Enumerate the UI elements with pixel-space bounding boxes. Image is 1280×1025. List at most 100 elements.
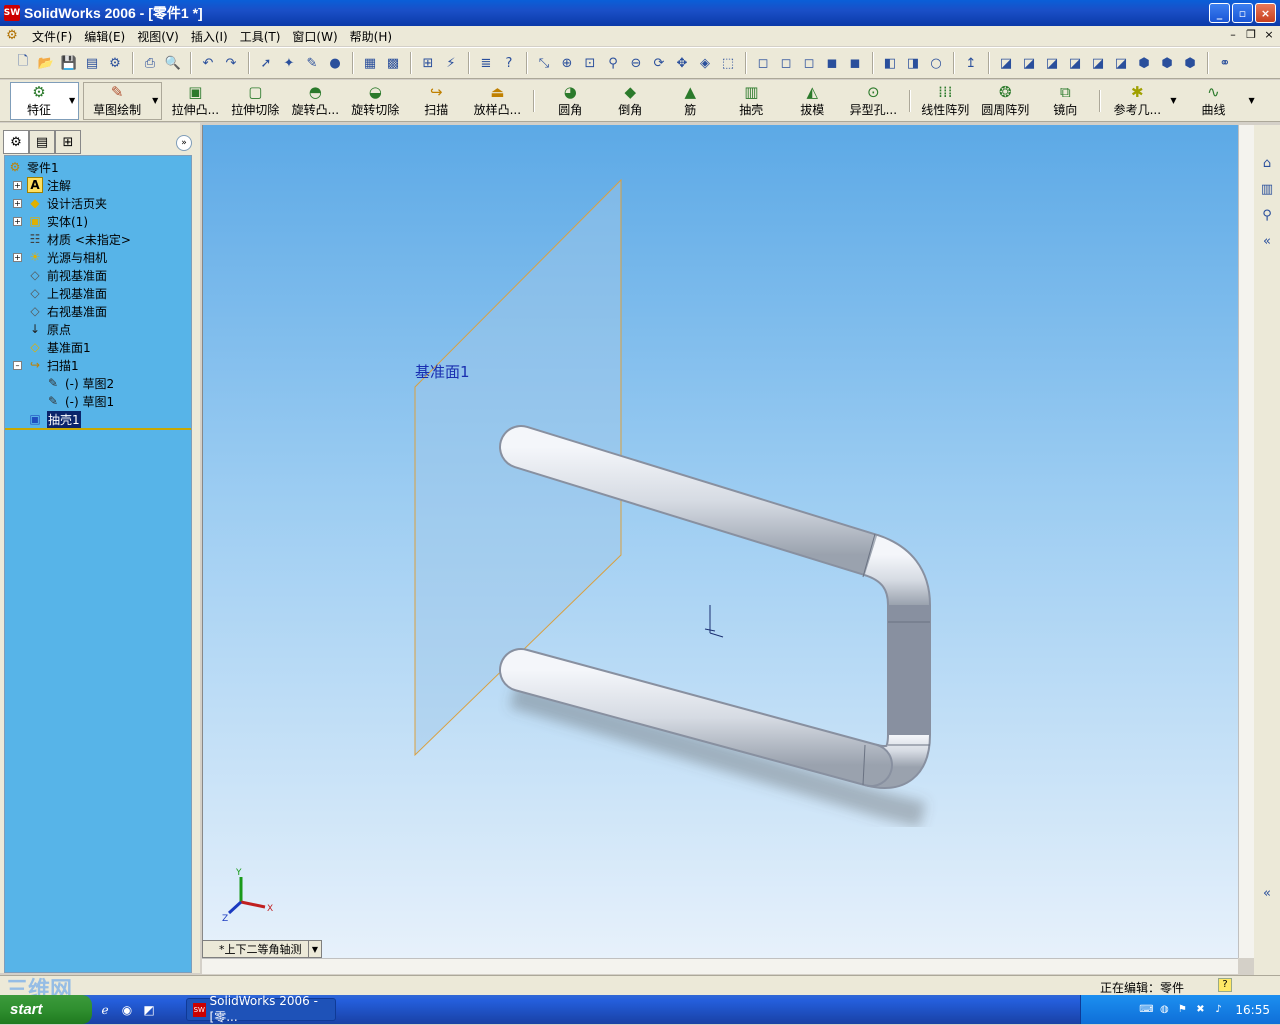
collapse-taskpane-icon[interactable]: « (1257, 883, 1277, 903)
configurationmanager-tab[interactable]: ⊞ (55, 130, 81, 154)
hole-wizard-button[interactable]: ⊙ 异型孔... (842, 82, 904, 120)
featuremanager-tab[interactable]: ⚙ (3, 130, 29, 154)
mass-props-icon[interactable]: ⚡ (440, 52, 462, 74)
tree-item-right-plane[interactable]: ◇ 右视基准面 (27, 302, 107, 320)
linear-pattern-button[interactable]: ⁞⁞⁞ 线性阵列 (916, 82, 974, 120)
view-orient-icon[interactable]: ⬚ (717, 52, 739, 74)
left-view-icon[interactable]: ◪ (1041, 52, 1063, 74)
tree-item-top-plane[interactable]: ◇ 上视基准面 (27, 284, 107, 302)
keyboard-icon[interactable]: ⌨ (1139, 1003, 1153, 1017)
isometric-view-icon[interactable]: ⬢ (1133, 52, 1155, 74)
tree-item-origin[interactable]: ↓ 原点 (27, 320, 71, 338)
revolve-cut-button[interactable]: ◒ 旋转切除 (344, 82, 406, 120)
orient-icon[interactable]: ↥ (960, 52, 982, 74)
zoom-area-icon[interactable]: ⊡ (579, 52, 601, 74)
sketch-icon[interactable]: ✎ (301, 52, 323, 74)
menu-file[interactable]: 文件(F) (26, 28, 78, 45)
tree-item-annotations[interactable]: A 注解 (27, 176, 71, 194)
zoom-in-out-icon[interactable]: ⚲ (602, 52, 624, 74)
reference-geometry-button[interactable]: ✱ 参考几... (1106, 82, 1168, 120)
shaded-edges-icon[interactable]: ◼ (821, 52, 843, 74)
hidden-gray-icon[interactable]: ◻ (775, 52, 797, 74)
tree-item-sketch2[interactable]: ✎ (-) 草图2 (45, 374, 114, 392)
design-library-icon[interactable]: ▥ (1257, 179, 1277, 199)
realview-icon[interactable]: ◨ (902, 52, 924, 74)
menu-insert[interactable]: 插入(I) (185, 28, 234, 45)
solidworks-menu-icon[interactable]: ⚙ (4, 28, 20, 44)
zoom-preview-icon[interactable]: 🔍 (162, 52, 184, 74)
expand-design-binder[interactable]: + (13, 199, 22, 208)
tree-item-sweep1[interactable]: ↪ 扫描1 (27, 356, 79, 374)
right-view-icon[interactable]: ◪ (1064, 52, 1086, 74)
sketch-tab[interactable]: ✎ 草图绘制 ▼ (83, 81, 163, 120)
shadows-icon[interactable]: ◧ (879, 52, 901, 74)
rib-button[interactable]: ▲ 筋 (660, 82, 720, 120)
help-icon[interactable]: ? (498, 52, 520, 74)
doc-close-button[interactable]: × (1262, 28, 1276, 41)
normal-to-icon[interactable]: ⤡ (533, 52, 555, 74)
dimetric-view-icon[interactable]: ⬢ (1179, 52, 1201, 74)
save-icon[interactable]: 💾 (58, 52, 80, 74)
taskbar-solidworks-button[interactable]: SW SolidWorks 2006 - [零... (186, 994, 336, 1024)
zoom-selection-icon[interactable]: ⊖ (625, 52, 647, 74)
tree-item-solid-bodies[interactable]: ▣ 实体(1) (27, 212, 88, 230)
back-view-icon[interactable]: ◪ (1018, 52, 1040, 74)
rebuild-icon[interactable]: ▩ (382, 52, 404, 74)
minimize-button[interactable]: _ (1209, 3, 1230, 23)
revolve-boss-button[interactable]: ◓ 旋转凸... (286, 82, 344, 120)
print-icon[interactable]: ⎙ (139, 52, 161, 74)
trimetric-view-icon[interactable]: ⬢ (1156, 52, 1178, 74)
reference-geometry-dropdown[interactable]: ▼ (1170, 96, 1176, 105)
network-icon[interactable]: ◍ (1157, 1003, 1171, 1017)
select-filter-icon[interactable]: ✦ (278, 52, 300, 74)
shell-button[interactable]: ▥ 抽壳 (720, 82, 782, 120)
view-orientation-select[interactable]: *上下二等角轴测 ▼ (202, 940, 322, 958)
redo-icon[interactable]: ↷ (220, 52, 242, 74)
graphics-area[interactable]: 基准面1 Y X Z (202, 125, 1238, 958)
horizontal-scrollbar[interactable] (202, 958, 1238, 974)
measure-icon[interactable]: ⊞ (417, 52, 439, 74)
propertymanager-tab[interactable]: ▤ (29, 130, 55, 154)
top-view-icon[interactable]: ◪ (1087, 52, 1109, 74)
tree-item-shell1[interactable]: ▣ 抽壳1 (27, 410, 81, 428)
wireframe-icon[interactable]: ◻ (752, 52, 774, 74)
traffic-light-icon[interactable]: ● (324, 52, 346, 74)
front-view-icon[interactable]: ◪ (995, 52, 1017, 74)
chamfer-button[interactable]: ◆ 倒角 (600, 82, 660, 120)
tree-item-plane1[interactable]: ◇ 基准面1 (27, 338, 90, 356)
collapse-panel-button[interactable]: » (176, 135, 192, 151)
draft-button[interactable]: ◭ 拔模 (782, 82, 842, 120)
circular-pattern-button[interactable]: ❂ 圆周阵列 (974, 82, 1036, 120)
new-icon[interactable]: 🗋 (12, 52, 34, 74)
ie-icon[interactable]: ℯ (96, 1001, 114, 1019)
perspective-icon[interactable]: ○ (925, 52, 947, 74)
curves-dropdown[interactable]: ▼ (1248, 96, 1254, 105)
loft-boss-button[interactable]: ⏏ 放样凸... (466, 82, 528, 120)
desktop-icon[interactable]: ◩ (140, 1001, 158, 1019)
extrude-cut-button[interactable]: ▢ 拉伸切除 (224, 82, 286, 120)
doc-minimize-button[interactable]: – (1226, 28, 1240, 41)
rotate-icon[interactable]: ⟳ (648, 52, 670, 74)
media-icon[interactable]: ◉ (118, 1001, 136, 1019)
expand-annotations[interactable]: + (13, 181, 22, 190)
curves-button[interactable]: ∿ 曲线 (1188, 82, 1238, 120)
features-tab[interactable]: ⚙ 特征 ▼ (10, 81, 80, 120)
fillet-button[interactable]: ◕ 圆角 (540, 82, 600, 120)
tree-item-design-binder[interactable]: ◆ 设计活页夹 (27, 194, 107, 212)
grid-icon[interactable]: ▦ (359, 52, 381, 74)
collapse-sweep1[interactable]: – (13, 361, 22, 370)
link-view-icon[interactable]: ⚭ (1214, 52, 1236, 74)
rollback-bar[interactable] (5, 428, 191, 430)
ime-icon[interactable]: ⚑ (1175, 1003, 1189, 1017)
doc-restore-button[interactable]: ❐ (1244, 28, 1258, 41)
tree-root[interactable]: ⚙ 零件1 (7, 158, 59, 176)
menu-view[interactable]: 视图(V) (131, 28, 185, 45)
sweep-button[interactable]: ↪ 扫描 (406, 82, 466, 120)
volume-icon[interactable]: ♪ (1211, 1003, 1225, 1017)
security-icon[interactable]: ✖ (1193, 1003, 1207, 1017)
shaded-icon[interactable]: ◼ (844, 52, 866, 74)
expand-taskpane-icon[interactable]: « (1257, 231, 1277, 251)
extrude-boss-button[interactable]: ▣ 拉伸凸... (166, 82, 224, 120)
zoom-fit-icon[interactable]: ⊕ (556, 52, 578, 74)
pan-icon[interactable]: ✥ (671, 52, 693, 74)
